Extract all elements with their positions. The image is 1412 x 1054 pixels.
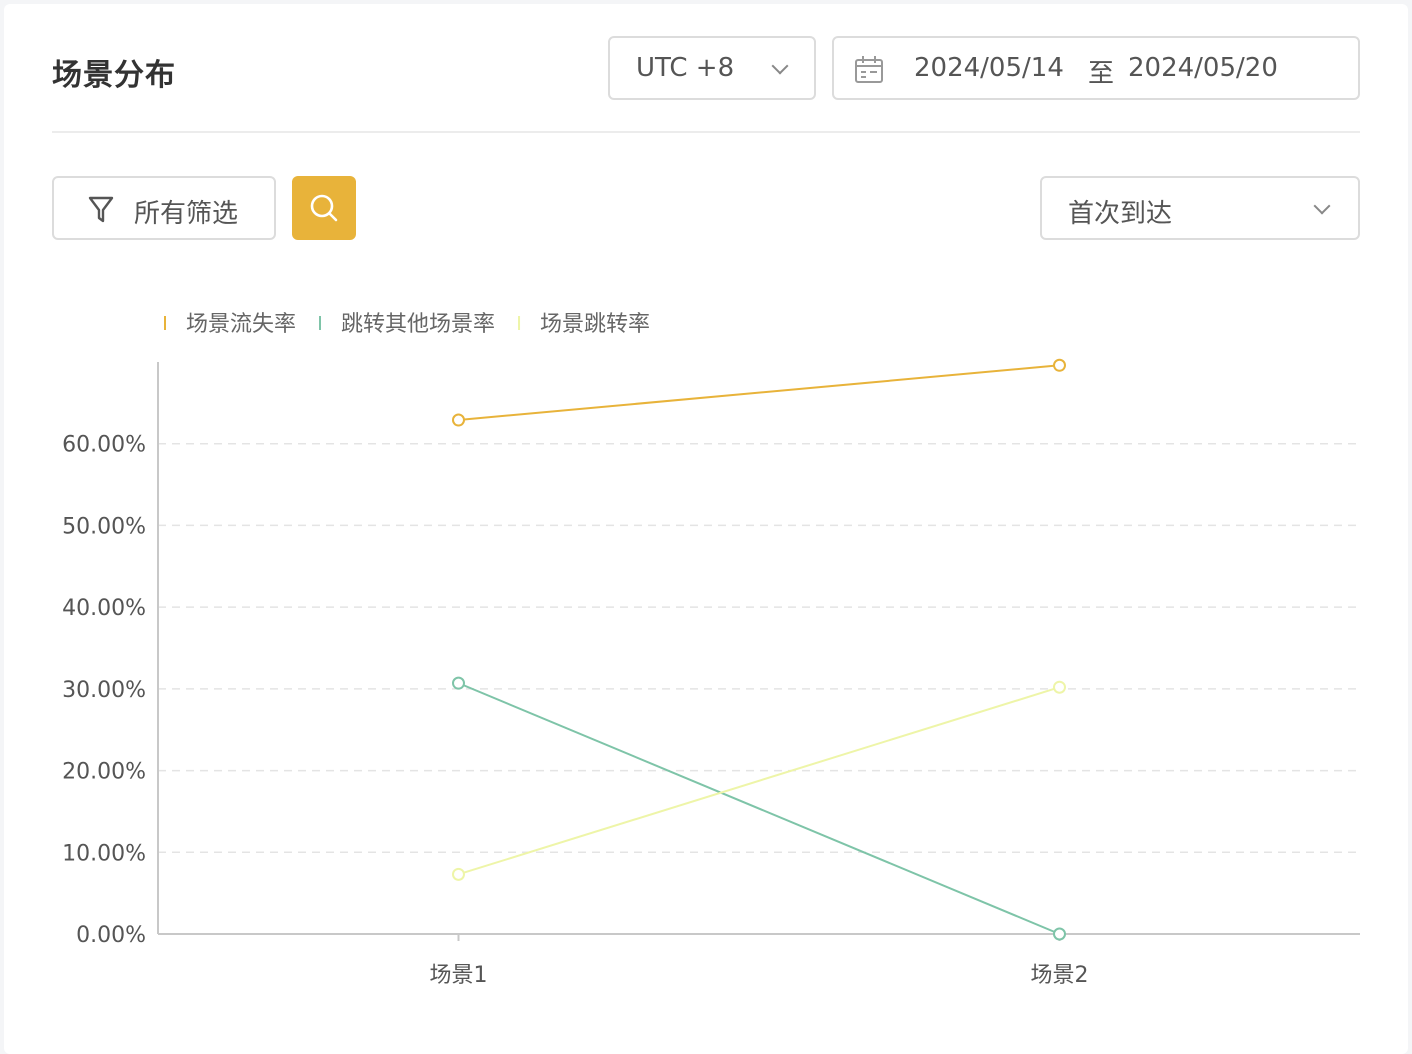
x-tick-label: 场景1: [430, 963, 488, 988]
data-point: [1053, 927, 1066, 941]
series-line: [458, 364, 1060, 422]
data-point: [1053, 680, 1066, 694]
data-point: [452, 413, 465, 427]
y-tick-label: 50.00%: [62, 514, 146, 539]
data-point: [1053, 358, 1066, 372]
y-tick-label: 20.00%: [62, 760, 146, 785]
y-tick-label: 40.00%: [62, 596, 146, 621]
data-point: [452, 867, 465, 881]
data-point: [452, 676, 465, 690]
series-line: [458, 686, 1060, 876]
x-tick-label: 场景2: [1031, 963, 1089, 988]
y-tick-label: 10.00%: [62, 841, 146, 866]
legend-label: 场景跳转率: [540, 312, 650, 337]
y-tick-label: 30.00%: [62, 678, 146, 703]
series-line: [458, 682, 1060, 935]
legend-label: 跳转其他场景率: [341, 312, 495, 337]
line-chart: 0.00% 10.00% 20.00% 30.00% 40.00% 50.00% 60.00…: [62, 312, 1360, 988]
legend-label: 场景流失率: [186, 312, 296, 337]
y-tick-label: 60.00%: [62, 433, 146, 458]
y-tick-label: 0.00%: [76, 923, 146, 948]
